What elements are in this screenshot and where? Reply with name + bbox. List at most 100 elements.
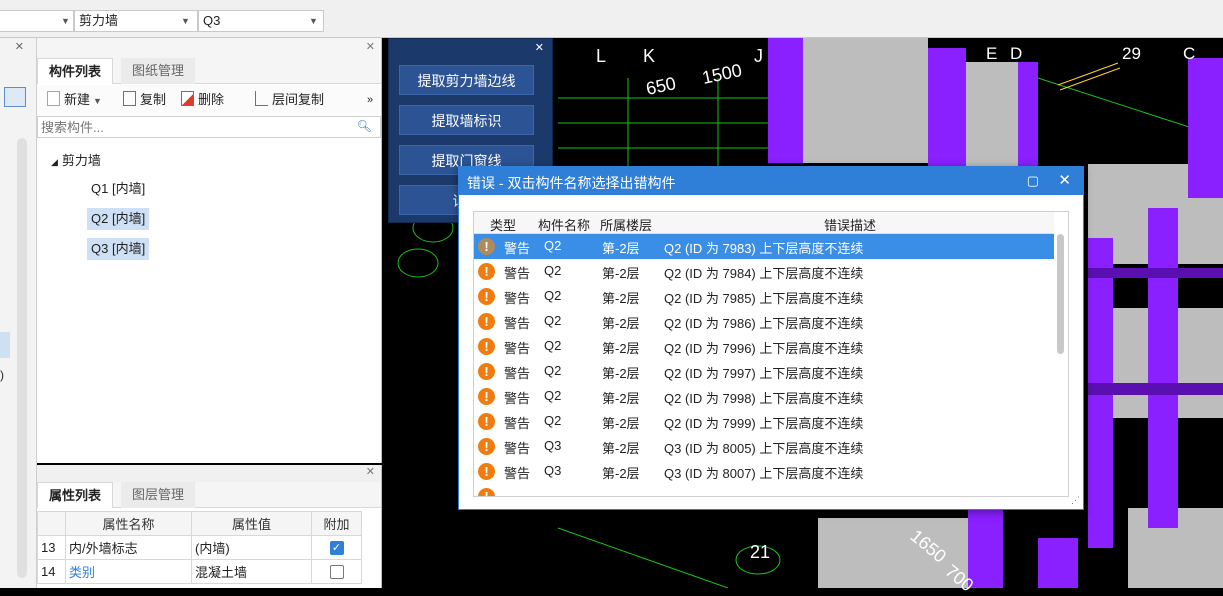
type-cell: 警告 xyxy=(504,466,531,481)
warning-icon: ! xyxy=(478,288,495,305)
chevron-down-icon: ▼ xyxy=(309,16,318,26)
warning-icon: ! xyxy=(478,338,495,355)
name-cell: Q3 xyxy=(544,463,562,478)
component-toolbar: 新建 ▼ 复制 删除 层间复制 » xyxy=(37,85,381,115)
tree-item-q1[interactable]: Q1 [内墙] xyxy=(87,178,149,200)
attach-checkbox[interactable] xyxy=(329,565,344,580)
layout-icon[interactable] xyxy=(4,87,26,107)
panel-header: ✕ xyxy=(37,38,381,58)
name-cell: Q2 xyxy=(544,363,562,378)
floor-copy-button[interactable]: 层间复制 xyxy=(255,91,324,109)
description-cell: Q2 (ID 为 7998) 上下层高度不连续 xyxy=(664,391,864,406)
extract-shear-wall-edge-button[interactable]: 提取剪力墙边线 xyxy=(399,65,534,95)
name-cell: Q2 xyxy=(544,238,562,253)
left-side-panel: ✕ ) xyxy=(0,38,37,588)
tree-item-q3[interactable]: Q3 [内墙] xyxy=(87,238,150,260)
tab-layer-management[interactable]: 图层管理 xyxy=(121,482,196,508)
floor-cell: 第-2层 xyxy=(602,441,640,456)
copy-button[interactable]: 复制 xyxy=(123,91,166,109)
tab-drawing-management[interactable]: 图纸管理 xyxy=(121,58,196,84)
attribute-name: 类别 xyxy=(65,559,192,584)
name-cell: Q2 xyxy=(544,288,562,303)
resize-grip-icon[interactable]: ⋰ xyxy=(1071,495,1080,506)
column-header-floor[interactable]: 所属楼层 xyxy=(600,215,652,234)
close-icon[interactable]: ✕ xyxy=(366,40,375,53)
table-row[interactable]: ! 警告 Q2 第-2层 Q2 (ID 为 7997) 上下层高度不连续 xyxy=(474,359,1054,384)
table-row[interactable]: ! 警告 Q2 第-2层 Q2 (ID 为 7996) 上下层高度不连续 xyxy=(474,334,1054,359)
selected-row-highlight xyxy=(0,332,10,358)
extract-wall-label-button[interactable]: 提取墙标识 xyxy=(399,105,534,135)
close-icon[interactable]: ✕ xyxy=(535,41,544,54)
floor-cell: 第-2层 xyxy=(602,266,640,281)
column-header-description[interactable]: 错误描述 xyxy=(824,215,876,234)
table-row[interactable]: ! 警告 Q2 第-2层 Q2 (ID 为 7983) 上下层高度不连续 xyxy=(474,234,1054,259)
warning-icon: ! xyxy=(478,388,495,405)
attribute-value[interactable]: (内墙) xyxy=(191,535,312,560)
floor-cell: 第-2层 xyxy=(602,241,640,256)
attribute-value[interactable]: 混凝土墙 xyxy=(191,559,312,584)
description-cell: Q2 (ID 为 7983) 上下层高度不连续 xyxy=(664,241,864,256)
scrollbar[interactable] xyxy=(17,138,27,578)
table-header: 类型 构件名称 所属楼层 错误描述 xyxy=(474,212,1054,234)
warning-icon: ! xyxy=(478,488,495,496)
floor-cell: 第-2层 xyxy=(602,416,640,431)
description-cell: Q2 (ID 为 7999) 上下层高度不连续 xyxy=(664,416,864,431)
collapse-icon[interactable]: ◢ xyxy=(51,157,58,167)
column-header: 属性值 xyxy=(191,511,312,536)
table-row[interactable]: ! 警告 Q2 第-2层 Q2 (ID 为 7998) 上下层高度不连续 xyxy=(474,384,1054,409)
floor-combo[interactable]: ▼ xyxy=(0,10,74,32)
table-row[interactable]: ! 警告 Q3 第-2层 Q3 (ID 为 8005) 上下层高度不连续 xyxy=(474,434,1054,459)
table-row[interactable]: ! 警告 Q3 第-2层 Q3 (ID 为 8007) 上下层高度不连续 xyxy=(474,459,1054,484)
close-icon[interactable]: ✕ xyxy=(366,465,375,478)
floor-cell: 第-2层 xyxy=(602,341,640,356)
maximize-icon[interactable]: ▢ xyxy=(1027,173,1039,189)
attach-checkbox-cell xyxy=(311,559,362,584)
new-button[interactable]: 新建 ▼ xyxy=(47,91,102,109)
description-cell: Q2 (ID 为 7986) 上下层高度不连续 xyxy=(664,316,864,331)
type-cell: 警告 xyxy=(504,391,531,406)
dialog-title: 错误 - 双击构件名称选择出错构件 xyxy=(467,175,676,191)
table-row[interactable]: ! 警告 Q2 第-2层 Q2 (ID 为 7986) 上下层高度不连续 xyxy=(474,309,1054,334)
floor-cell: 第-2层 xyxy=(602,366,640,381)
description-cell: Q3 (ID 为 8007) 上下层高度不连续 xyxy=(664,466,864,481)
new-file-icon xyxy=(47,91,60,106)
attribute-panel: ✕ 属性列表 图层管理 属性名称 属性值 附加 13 内/外墙标志 (内墙) ✓… xyxy=(37,465,382,588)
close-icon[interactable]: ✕ xyxy=(15,40,24,53)
search-icon[interactable]: 🔍︎ xyxy=(357,119,372,133)
table-row[interactable]: ! 警告 Q2 第-2层 Q2 (ID 为 7985) 上下层高度不连续 xyxy=(474,284,1054,309)
column-header-name[interactable]: 构件名称 xyxy=(538,215,590,234)
tree-root-shear-wall[interactable]: ◢ 剪力墙 xyxy=(51,150,101,169)
component-type-combo[interactable]: 剪力墙 ▼ xyxy=(74,10,198,32)
dialog-titlebar[interactable]: 错误 - 双击构件名称选择出错构件 ▢ ✕ xyxy=(459,167,1083,195)
warning-icon: ! xyxy=(478,313,495,330)
delete-button[interactable]: 删除 xyxy=(181,91,224,109)
row-number: 14 xyxy=(37,559,66,584)
table-row[interactable]: ! xyxy=(474,484,1054,496)
table-row[interactable]: ! 警告 Q2 第-2层 Q2 (ID 为 7984) 上下层高度不连续 xyxy=(474,259,1054,284)
table-row[interactable]: 14 类别 混凝土墙 xyxy=(37,559,362,584)
table-row[interactable]: 13 内/外墙标志 (内墙) ✓ xyxy=(37,535,362,560)
floor-cell: 第-2层 xyxy=(602,316,640,331)
type-cell: 警告 xyxy=(504,241,531,256)
component-combo[interactable]: Q3 ▼ xyxy=(198,10,324,32)
error-table: 类型 构件名称 所属楼层 错误描述 ! 警告 Q2 第-2层 Q2 (ID 为 7983… xyxy=(473,211,1069,497)
more-tools-button[interactable]: » xyxy=(367,91,373,109)
search-input[interactable] xyxy=(38,117,338,137)
scrollbar[interactable] xyxy=(1057,234,1064,354)
warning-icon: ! xyxy=(478,238,495,255)
axis-label: J xyxy=(754,46,763,66)
attach-checkbox[interactable]: ✓ xyxy=(329,541,344,556)
warning-icon: ! xyxy=(478,263,495,280)
tab-component-list[interactable]: 构件列表 xyxy=(37,58,114,84)
description-cell: Q2 (ID 为 7996) 上下层高度不连续 xyxy=(664,341,864,356)
chevron-down-icon: ▼ xyxy=(93,96,102,106)
description-cell: Q2 (ID 为 7985) 上下层高度不连续 xyxy=(664,291,864,306)
close-icon[interactable]: ✕ xyxy=(1058,171,1071,189)
tree-item-q2[interactable]: Q2 [内墙] xyxy=(87,208,150,230)
name-cell: Q3 xyxy=(544,438,562,453)
table-row[interactable]: ! 警告 Q2 第-2层 Q2 (ID 为 7999) 上下层高度不连续 xyxy=(474,409,1054,434)
attribute-tabs: 属性列表 图层管理 xyxy=(37,482,381,508)
type-cell: 警告 xyxy=(504,316,531,331)
column-header-type[interactable]: 类型 xyxy=(490,215,516,234)
tab-attribute-list[interactable]: 属性列表 xyxy=(37,482,114,508)
